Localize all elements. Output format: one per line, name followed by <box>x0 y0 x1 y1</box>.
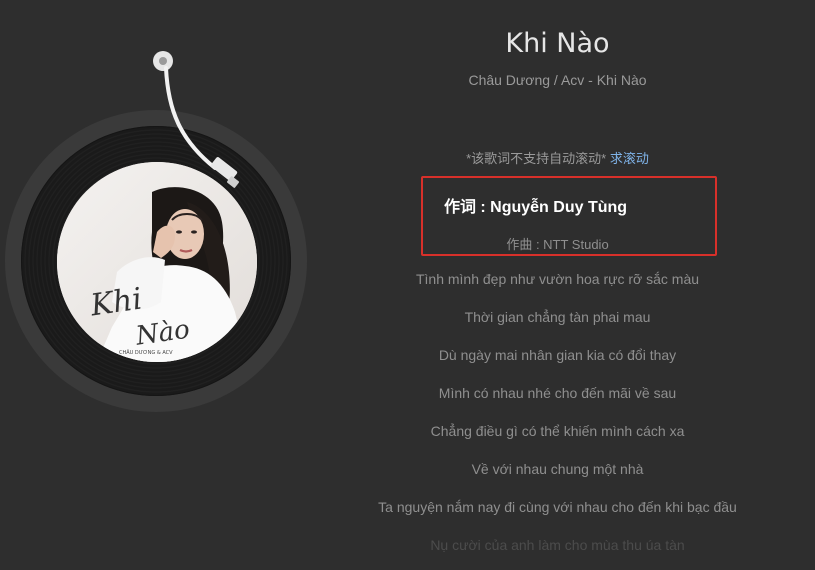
lyric-line[interactable]: 作曲 : NTT Studio <box>300 234 815 253</box>
lyric-line[interactable]: Về với nhau chung một nhà <box>300 461 815 477</box>
lyric-line-active[interactable]: 作词 : Nguyễn Duy Tùng <box>278 193 793 217</box>
lyric-line[interactable]: Chẳng điều gì có thể khiến mình cách xa <box>300 423 815 439</box>
lyric-line[interactable]: Dù ngày mai nhân gian kia có đổi thay <box>300 347 815 363</box>
lyric-line[interactable]: Mình có nhau nhé cho đến mãi về sau <box>300 385 815 401</box>
lyric-line-faded[interactable]: Nụ cười của anh làm cho mùa thu úa tàn <box>300 537 815 553</box>
notice-text: *该歌词不支持自动滚动* <box>466 151 607 166</box>
lyric-line[interactable]: Ta nguyện nắm nay đi cùng với nhau cho đ… <box>300 499 815 515</box>
tonearm[interactable] <box>0 0 260 200</box>
lyric-line[interactable]: Tình mình đẹp như vườn hoa rực rỡ sắc mà… <box>300 271 815 287</box>
song-title: Khi Nào <box>505 28 610 59</box>
svg-text:Khi: Khi <box>87 282 144 324</box>
player-page: Khi Nào CHÂU DƯƠNG & ACV Khi Nào Châu Dư… <box>0 0 815 570</box>
lyrics-scroll-notice: *该歌词不支持自动滚动* 求滚动 <box>300 148 815 167</box>
request-scroll-link[interactable]: 求滚动 <box>610 151 649 166</box>
song-artist-album: Châu Dương / Acv - Khi Nào <box>468 72 647 88</box>
cover-caption: CHÂU DƯƠNG & ACV <box>119 349 173 356</box>
lyric-line[interactable]: Thời gian chẳng tàn phai mau <box>300 309 815 325</box>
